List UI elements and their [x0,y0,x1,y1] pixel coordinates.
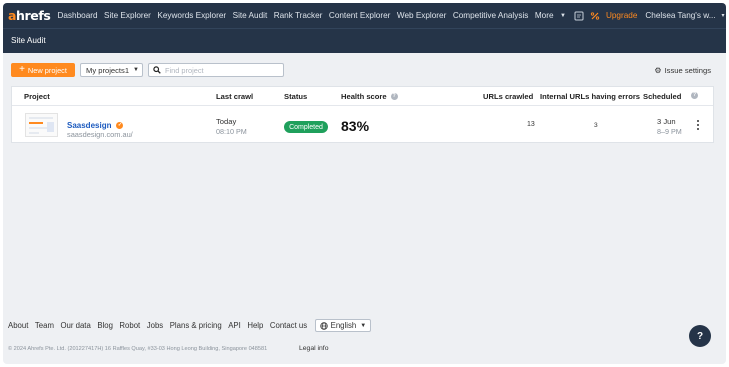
search-input[interactable] [165,65,275,75]
urls-crawled-value[interactable]: 13 [527,121,535,128]
nav-site-explorer[interactable]: Site Explorer [104,11,151,20]
health-score-value[interactable]: 83% [341,118,369,134]
last-crawl-time: 08:10 PM [216,127,247,136]
nav-content-explorer[interactable]: Content Explorer [329,11,390,20]
top-navigation: ahrefs Dashboard Site Explorer Keywords … [3,3,726,28]
legal-info-link[interactable]: Legal info [299,345,328,352]
project-name-link[interactable]: Saasdesign ✓ [67,121,124,130]
footer-team[interactable]: Team [35,321,54,330]
account-caret-icon[interactable]: ▾ [722,12,725,19]
header-divider [12,105,713,106]
nav-site-audit[interactable]: Site Audit [233,11,268,20]
nav-keywords-explorer[interactable]: Keywords Explorer [157,11,226,20]
chevron-down-icon: ▼ [360,322,367,329]
footer-api[interactable]: API [228,321,241,330]
nav-web-explorer[interactable]: Web Explorer [397,11,446,20]
footer-blog[interactable]: Blog [97,321,113,330]
gear-icon: ⚙ [654,66,662,75]
project-url: saasdesign.com.au/ [67,130,133,139]
internal-errors-value[interactable]: 3 [594,122,598,129]
col-last-crawl[interactable]: Last crawl [216,92,253,101]
issue-settings-button[interactable]: ⚙ Issue settings [654,66,711,75]
col-project[interactable]: Project [24,92,50,101]
project-search[interactable] [148,63,284,77]
footer-links: About Team Our data Blog Robot Jobs Plan… [8,319,372,332]
new-project-button[interactable]: + New project [11,63,75,77]
app-window: ahrefs Dashboard Site Explorer Keywords … [3,3,726,364]
sub-navigation: Site Audit [3,28,726,53]
projects-table: Project Last crawl Status Health score? … [11,86,714,143]
notes-icon[interactable] [574,11,584,21]
nav-more[interactable]: More [535,11,554,20]
info-icon: ? [691,92,698,99]
projects-dropdown[interactable]: My projects1 ▼ [80,63,143,77]
col-scheduled[interactable]: Scheduled [643,92,681,101]
project-thumbnail[interactable] [25,113,58,137]
verified-check-icon: ✓ [116,122,124,129]
col-internal-errors[interactable]: Internal URLs having errors [540,92,640,101]
footer-robot[interactable]: Robot [119,321,140,330]
chevron-down-icon: ▼ [133,67,139,73]
account-menu[interactable]: Chelsea Tang's w... [645,11,715,20]
page-title[interactable]: Site Audit [11,36,46,45]
ahrefs-logo[interactable]: ahrefs [8,8,51,23]
nav-rank-tracker[interactable]: Rank Tracker [274,11,323,20]
nav-dashboard[interactable]: Dashboard [57,11,97,20]
footer-contact-us[interactable]: Contact us [270,321,307,330]
footer-help[interactable]: Help [247,321,263,330]
scheduled-time: 8–9 PM [657,127,682,136]
search-icon [153,66,161,74]
language-selector[interactable]: English ▼ [314,319,372,332]
col-urls-crawled[interactable]: URLs crawled [483,92,533,101]
upgrade-icon[interactable] [590,11,600,21]
footer-plans-pricing[interactable]: Plans & pricing [170,321,222,330]
more-caret-icon[interactable]: ▼ [560,13,566,19]
scheduled-date: 3 Jun [657,117,676,126]
nav-competitive-analysis[interactable]: Competitive Analysis [453,11,529,20]
footer-jobs[interactable]: Jobs [147,321,163,330]
col-health-score[interactable]: Health score? [341,92,398,101]
row-menu-icon[interactable] [695,120,701,132]
copyright-text: © 2024 Ahrefs Pte. Ltd. (201227417H) 16 … [8,346,268,352]
plus-icon: + [19,64,25,75]
globe-icon [319,321,328,330]
col-status[interactable]: Status [284,92,307,101]
help-button[interactable]: ? [689,325,711,347]
scheduled-info[interactable]: ? [687,92,698,99]
upgrade-link[interactable]: Upgrade [606,11,637,20]
status-badge: Completed [284,121,328,133]
footer-about[interactable]: About [8,321,28,330]
footer-our-data[interactable]: Our data [60,321,90,330]
last-crawl-day: Today [216,117,237,126]
info-icon[interactable]: ? [390,93,398,100]
